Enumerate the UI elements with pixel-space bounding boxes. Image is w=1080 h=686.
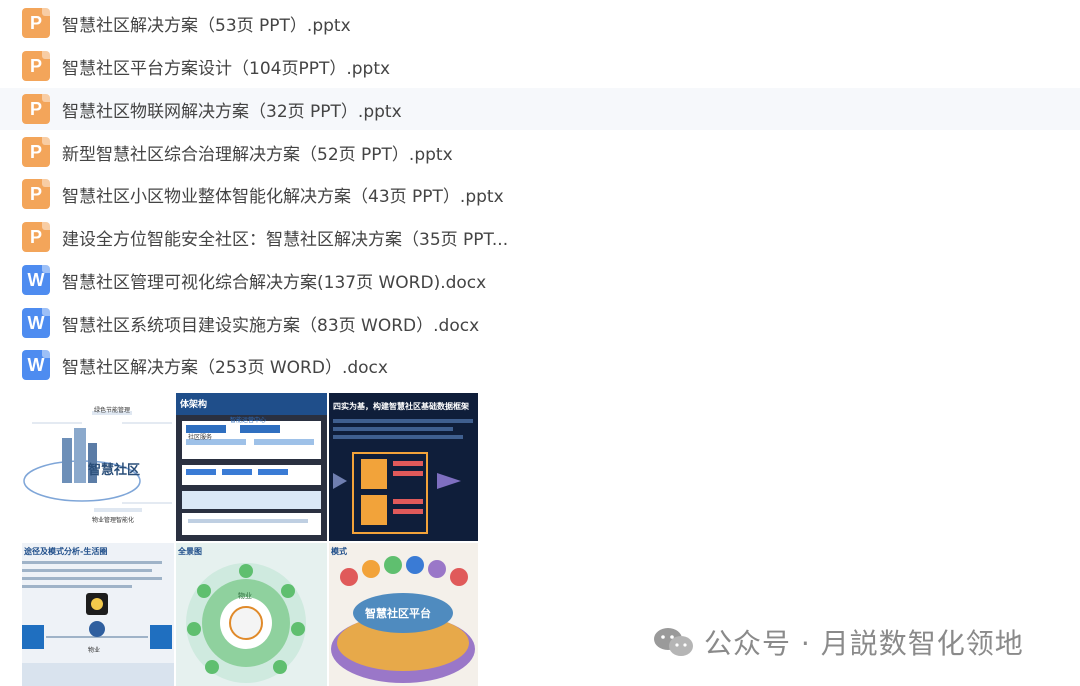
thumbnail-label: 物业 <box>238 592 252 600</box>
thumbnail-smart-community-overview[interactable]: 智慧社区 绿色节能管理 物业管理智能化 <box>22 393 174 541</box>
file-row[interactable]: W 智慧社区系统项目建设实施方案（83页 WORD）.docx <box>0 302 1080 344</box>
word-file-icon: W <box>22 308 50 338</box>
panorama-wheel-diagram <box>186 563 306 683</box>
file-name: 智慧社区平台方案设计（104页PPT）.pptx <box>62 58 391 79</box>
file-row[interactable]: P 智慧社区小区物业整体智能化解决方案（43页 PPT）.pptx <box>0 173 1080 215</box>
file-name: 新型智慧社区综合治理解决方案（52页 PPT）.pptx <box>62 144 453 165</box>
word-file-icon: W <box>22 350 50 380</box>
thumbnail-label: 智慧社区平台 <box>365 607 431 620</box>
thumbnail-title: 智慧社区 <box>88 463 141 478</box>
file-row[interactable]: P 新型智慧社区综合治理解决方案（52页 PPT）.pptx <box>0 131 1080 173</box>
thumbnail-platform-mode[interactable]: 模式 智慧社区平台 <box>329 543 478 686</box>
file-name: 智慧社区管理可视化综合解决方案(137页 WORD).docx <box>62 272 487 293</box>
file-name: 智慧社区小区物业整体智能化解决方案（43页 PPT）.pptx <box>62 186 504 207</box>
data-framework-diagram <box>329 393 478 541</box>
file-name: 智慧社区物联网解决方案（32页 PPT）.pptx <box>62 101 402 122</box>
file-row[interactable]: W 智慧社区解决方案（253页 WORD）.docx <box>0 344 1080 386</box>
ppt-file-icon: P <box>22 51 50 81</box>
thumbnail-panorama[interactable]: 全景图 物业 <box>176 543 327 686</box>
thumbnail-data-framework[interactable]: 四实为基，构建智慧社区基础数据框架 <box>329 393 478 541</box>
preview-thumbnail-grid: 智慧社区 绿色节能管理 物业管理智能化 体架构 智能运营中心 社区服务 四实为基… <box>22 393 478 686</box>
file-name: 智慧社区解决方案（253页 WORD）.docx <box>62 357 388 378</box>
file-row[interactable]: W 智慧社区管理可视化综合解决方案(137页 WORD).docx <box>0 259 1080 301</box>
thumbnail-label: 绿色节能管理 <box>94 407 131 414</box>
file-row[interactable]: P 智慧社区解决方案（53页 PPT）.pptx <box>0 2 1080 44</box>
file-name: 智慧社区系统项目建设实施方案（83页 WORD）.docx <box>62 315 480 336</box>
ppt-file-icon: P <box>22 222 50 252</box>
thumbnail-title: 模式 <box>331 547 347 556</box>
ppt-file-icon: P <box>22 179 50 209</box>
thumbnail-label: 物业 <box>88 647 101 654</box>
thumbnail-label: 社区服务 <box>188 434 213 441</box>
thumbnail-label: 智能运营中心 <box>230 417 267 424</box>
ppt-file-icon: P <box>22 8 50 38</box>
thumbnail-label: 物业管理智能化 <box>92 517 135 524</box>
file-name: 建设全方位智能安全社区：智慧社区解决方案（35页 PPT... <box>62 229 509 250</box>
thumbnail-title: 体架构 <box>180 400 208 410</box>
file-row[interactable]: P 智慧社区平台方案设计（104页PPT）.pptx <box>0 45 1080 87</box>
thumbnail-architecture[interactable]: 体架构 智能运营中心 社区服务 <box>176 393 327 541</box>
file-row[interactable]: P 建设全方位智能安全社区：智慧社区解决方案（35页 PPT... <box>0 216 1080 258</box>
watermark: 公众号 · 月説数智化领地 <box>652 622 1024 662</box>
lifestyle-circle-diagram <box>22 561 174 686</box>
ppt-file-icon: P <box>22 137 50 167</box>
word-file-icon: W <box>22 265 50 295</box>
file-name: 智慧社区解决方案（53页 PPT）.pptx <box>62 15 351 36</box>
wechat-icon <box>654 628 693 656</box>
thumbnail-title: 途径及模式分析-生活圈 <box>24 547 108 556</box>
ppt-file-icon: P <box>22 94 50 124</box>
thumbnail-title: 全景图 <box>178 547 202 556</box>
thumbnail-title: 四实为基，构建智慧社区基础数据框架 <box>333 402 469 411</box>
file-row[interactable]: P 智慧社区物联网解决方案（32页 PPT）.pptx <box>0 88 1080 130</box>
thumbnail-lifestyle-circle[interactable]: 途径及模式分析-生活圈 物业 <box>22 543 174 686</box>
watermark-text: 公众号 · 月説数智化领地 <box>704 627 1024 660</box>
